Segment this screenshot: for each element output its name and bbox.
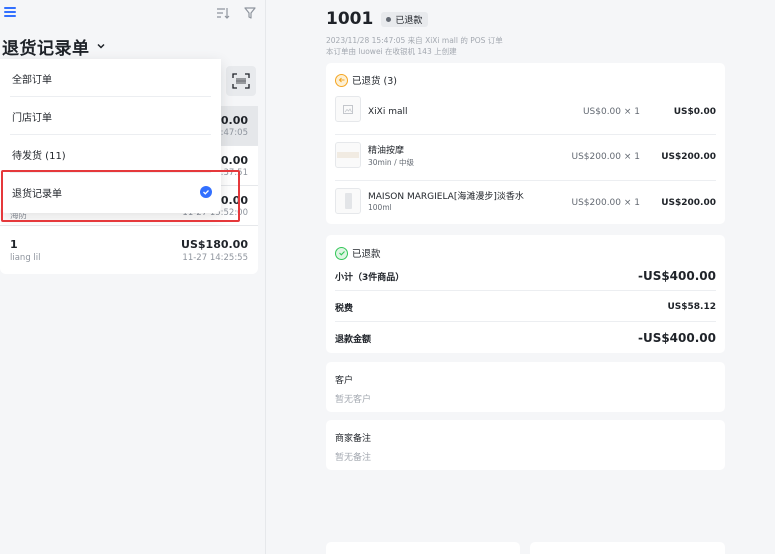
order-meta-creator: 本订单由 luowei 在收银机 143 上创建 [326,47,457,56]
item-variant: 100ml [368,203,392,212]
order-header: 1001 已退款 [326,9,429,29]
bottom-action-button[interactable] [530,542,725,554]
order-number: 1001 [326,9,374,29]
item-variant: 30min / 中级 [368,158,414,167]
returned-header: 已退货 (3) [335,73,397,87]
refund-amount-value: -US$400.00 [637,331,716,345]
product-image [335,142,361,168]
item-unit-price: US$0.00 × 1 [582,107,640,117]
menu-icon[interactable] [4,7,16,17]
chevron-down-icon [96,43,105,49]
item-total: US$0.00 [673,107,716,117]
tax-value: US$58.12 [667,302,716,312]
refund-header-label: 已退款 [352,249,381,260]
order-number: 1 [10,238,18,251]
item-total: US$200.00 [661,152,716,162]
returned-items-card: 已退货 (3) XiXi mall US$0.00 × 1 US$0.00 精油… [326,63,725,224]
order-customer: liang lil [10,253,41,263]
merchant-note-label: 商家备注 [335,434,372,444]
left-topbar [0,0,266,28]
item-unit-price: US$200.00 × 1 [571,152,640,162]
selection-highlight [1,170,240,222]
refund-card: 已退款 小计（3件商品） -US$400.00 税费 US$58.12 退款金额… [326,235,725,353]
item-name: XiXi mall [368,107,408,117]
product-image [335,188,361,214]
returned-header-label: 已退货 (3) [352,76,397,87]
line-item: 精油按摩 30min / 中级 US$200.00 × 1 US$200.00 [335,135,716,181]
customer-value: 暂无客户 [335,395,372,405]
filter-icon[interactable] [244,6,256,20]
refund-amount-label: 退款金额 [335,334,372,345]
refund-header: 已退款 [335,246,381,260]
dropdown-item-all-orders[interactable]: 全部订单 [0,59,221,97]
customer-card[interactable]: 客户 暂无客户 [326,362,725,412]
item-total: US$200.00 [661,198,716,208]
order-amount: US$180.00 [181,238,248,251]
status-label: 已退款 [395,15,423,26]
order-type-title: 退货记录单 [2,38,90,59]
order-detail-panel: 1001 已退款 2023/11/28 15:47:05 来自 XiXi mal… [267,0,775,554]
item-name: 精油按摩 [368,146,405,156]
tax-row: 税费 US$58.12 [335,292,716,322]
dropdown-item-label: 待发货 (11) [12,150,66,162]
check-circle-icon [335,246,348,260]
order-time: 11-27 14:25:55 [182,253,248,263]
customer-label: 客户 [335,376,354,386]
image-placeholder-icon [335,96,361,122]
return-arrow-icon [335,73,348,87]
refund-amount-row: 退款金额 -US$400.00 [335,323,716,353]
line-item: MAISON MARGIELA[海滩漫步]淡香水 100ml US$200.00… [335,181,716,221]
line-item: XiXi mall US$0.00 × 1 US$0.00 [335,89,716,135]
merchant-note-card[interactable]: 商家备注 暂无备注 [326,420,725,470]
order-row[interactable]: 1 liang lil US$180.00 11-27 14:25:55 [0,226,258,274]
dropdown-item-store-orders[interactable]: 门店订单 [0,97,221,135]
merchant-note-value: 暂无备注 [335,453,372,463]
sort-icon[interactable] [216,6,230,20]
dropdown-item-pending-shipment[interactable]: 待发货 (11) [0,135,221,173]
dropdown-item-label: 全部订单 [12,74,52,86]
scan-button[interactable] [226,66,256,96]
status-badge: 已退款 [381,11,429,27]
tax-label: 税费 [335,303,354,314]
order-meta-source: 2023/11/28 15:47:05 来自 XiXi mall 的 POS 订… [326,36,503,45]
order-list-panel: 退货记录单 00.00 5:47:05 00.00 5:37:51 海防 70.… [0,0,266,554]
order-type-selector[interactable]: 退货记录单 [2,34,106,59]
bottom-action-button[interactable] [326,542,520,554]
dropdown-item-label: 门店订单 [12,112,52,124]
scan-icon [232,73,250,89]
item-name: MAISON MARGIELA[海滩漫步]淡香水 [368,192,524,202]
item-unit-price: US$200.00 × 1 [571,198,640,208]
subtotal-row: 小计（3件商品） -US$400.00 [335,261,716,291]
subtotal-value: -US$400.00 [637,269,716,283]
subtotal-label: 小计（3件商品） [335,272,405,283]
